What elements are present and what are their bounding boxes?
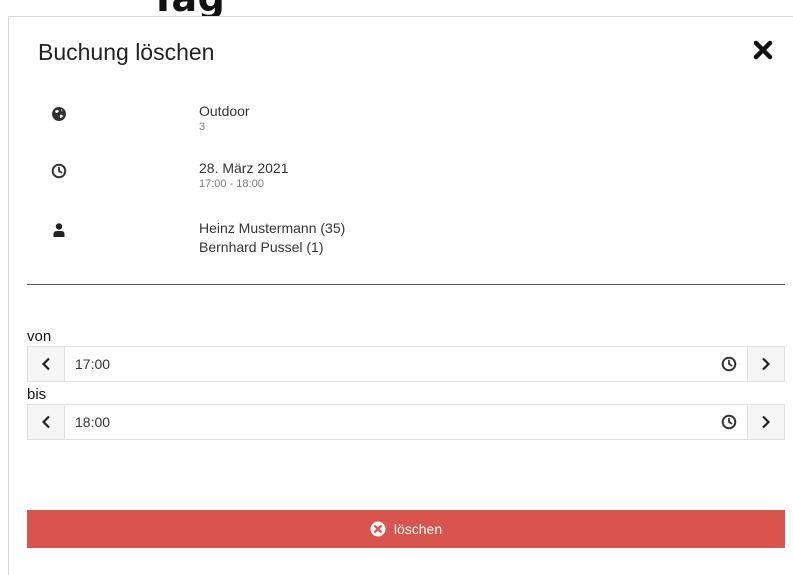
to-time-input[interactable]: 18:00	[65, 405, 711, 439]
to-time-picker: 18:00	[27, 404, 785, 440]
close-button[interactable]	[752, 39, 774, 61]
clock-icon	[51, 163, 67, 179]
chevron-left-icon	[41, 357, 50, 371]
from-time-input[interactable]: 17:00	[65, 347, 711, 381]
person-name: Heinz Mustermann (35)	[199, 220, 346, 236]
from-clock-button[interactable]	[711, 347, 747, 381]
section-divider	[27, 284, 785, 285]
close-icon	[753, 40, 773, 60]
location-detail: 3	[199, 121, 206, 133]
from-next-button[interactable]	[747, 347, 784, 381]
location-name: Outdoor	[199, 103, 250, 119]
to-next-button[interactable]	[747, 405, 784, 439]
chevron-right-icon	[762, 415, 771, 429]
to-label: bis	[27, 386, 47, 403]
user-icon	[53, 223, 65, 237]
globe-icon	[52, 107, 66, 121]
delete-button-label: löschen	[393, 521, 443, 537]
delete-button[interactable]: löschen	[27, 510, 785, 548]
person-name: Bernhard Pussel (1)	[199, 239, 324, 255]
clock-icon	[721, 414, 737, 430]
clock-icon	[721, 356, 737, 372]
times-circle-icon	[370, 521, 386, 537]
booking-date: 28. März 2021	[199, 160, 289, 176]
chevron-left-icon	[41, 415, 50, 429]
from-label: von	[27, 328, 52, 345]
delete-booking-dialog: Buchung löschen Outdoor 3 28. März 2021 …	[8, 16, 793, 575]
to-clock-button[interactable]	[711, 405, 747, 439]
from-prev-button[interactable]	[28, 347, 65, 381]
dialog-title: Buchung löschen	[38, 39, 215, 65]
chevron-right-icon	[762, 357, 771, 371]
from-time-picker: 17:00	[27, 346, 785, 382]
to-prev-button[interactable]	[28, 405, 65, 439]
booking-time-range: 17:00 - 18:00	[199, 178, 264, 190]
